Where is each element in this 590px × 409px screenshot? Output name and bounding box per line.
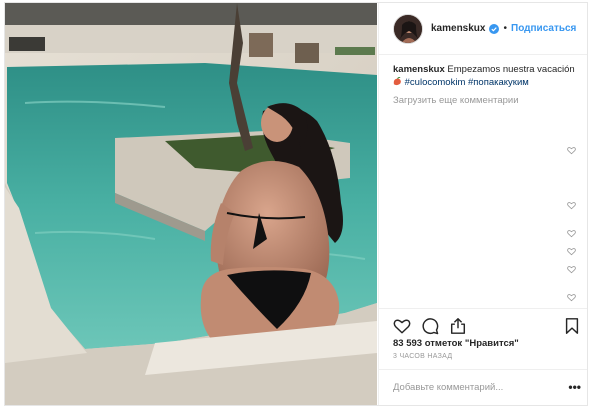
comments-section: kamenskux Empezamos nuestra vacación #cu… <box>393 63 579 107</box>
comment-like-heart-icon[interactable] <box>567 201 576 210</box>
author-username[interactable]: kamenskux <box>431 23 485 34</box>
load-more-comments-button[interactable]: Загрузить еще комментарии <box>393 94 579 107</box>
comment-like-heart-icon[interactable] <box>567 265 576 274</box>
pool-photo-illustration <box>5 3 377 405</box>
more-options-button[interactable]: ••• <box>568 380 581 394</box>
avatar-picture <box>394 14 422 43</box>
heart-icon[interactable] <box>393 317 411 335</box>
follow-button[interactable]: Подписаться <box>511 23 576 34</box>
post-timestamp[interactable]: 3 ЧАСОВ НАЗАД <box>393 353 452 360</box>
verified-badge-icon <box>489 23 500 34</box>
add-comment-bar: ••• <box>379 369 587 405</box>
comment-like-heart-icon[interactable] <box>567 247 576 256</box>
post-photo[interactable] <box>5 3 377 405</box>
caption-text: Empezamos nuestra vacación <box>447 64 575 75</box>
comment-like-heart-icon[interactable] <box>567 293 576 302</box>
comment-like-heart-icon[interactable] <box>567 146 576 155</box>
peach-emoji-icon <box>393 76 402 86</box>
instagram-post: kamenskux • Подписаться kamenskux Empeza… <box>4 2 588 406</box>
bookmark-icon[interactable] <box>563 317 581 335</box>
add-comment-input[interactable] <box>393 382 553 393</box>
comment-bubble-icon[interactable] <box>421 317 439 335</box>
likes-count[interactable]: 83 593 отметок "Нравится" <box>393 338 519 349</box>
caption-username[interactable]: kamenskux <box>393 64 445 75</box>
caption-hashtags: #culocomokim #попакакуким <box>393 76 579 89</box>
header-separator: • <box>503 23 507 34</box>
post-side-panel: kamenskux • Подписаться kamenskux Empeza… <box>378 3 587 405</box>
hashtag-link[interactable]: #попакакуким <box>468 77 529 88</box>
hashtag-link[interactable]: #culocomokim <box>405 77 466 88</box>
comment-like-heart-icon[interactable] <box>567 229 576 238</box>
share-icon[interactable] <box>449 317 467 335</box>
avatar[interactable] <box>393 13 423 44</box>
caption: kamenskux Empezamos nuestra vacación <box>393 63 579 76</box>
post-header: kamenskux • Подписаться <box>379 3 587 55</box>
